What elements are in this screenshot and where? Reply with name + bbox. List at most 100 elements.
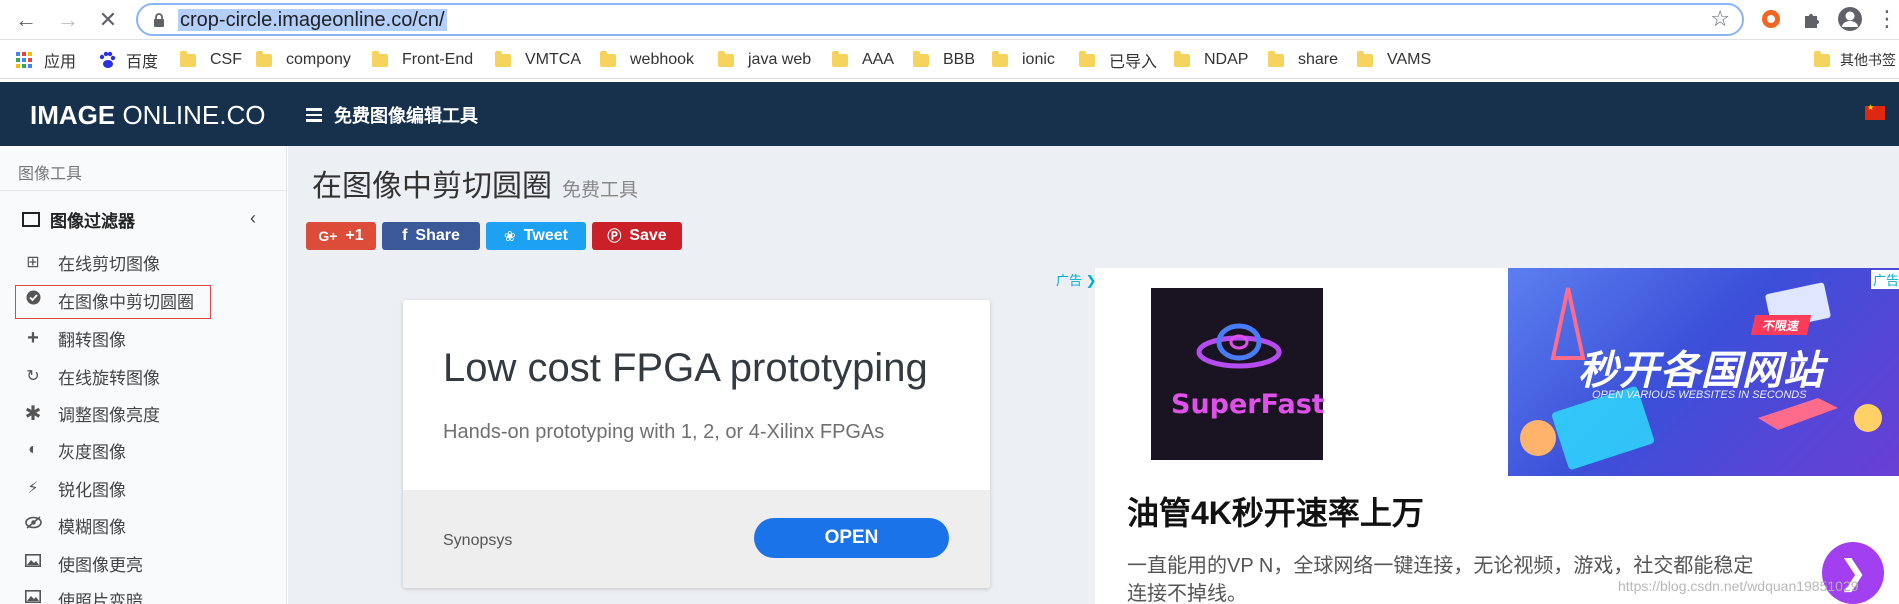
- sidebar-item-grayscale[interactable]: ◐ 灰度图像: [24, 438, 126, 462]
- gplus-icon: G+: [318, 228, 338, 244]
- bookmark-folder-ndap[interactable]: NDAP: [1174, 50, 1248, 70]
- chevron-left-icon[interactable]: ‹: [250, 208, 256, 229]
- superfast-logo-text: SuperFast: [1171, 389, 1325, 420]
- forward-arrow-icon[interactable]: →: [56, 8, 80, 32]
- site-logo[interactable]: IMAGE ONLINE.CO: [30, 100, 265, 131]
- bookmark-label: Front-End: [402, 51, 474, 68]
- folder-icon: [992, 50, 1008, 67]
- folder-icon: [600, 50, 616, 67]
- free-tool-badge: 免费工具: [562, 180, 639, 201]
- ad-open-button[interactable]: OPEN: [754, 518, 949, 558]
- bookmark-label: java web: [748, 51, 812, 68]
- gplus-label: +1: [345, 227, 364, 244]
- fpga-ad-card[interactable]: Low cost FPGA prototyping Hands-on proto…: [403, 300, 990, 588]
- facebook-share-button[interactable]: f Share: [382, 222, 480, 250]
- profile-avatar-icon[interactable]: [1837, 6, 1863, 32]
- free-tools-menu[interactable]: 免费图像编辑工具: [306, 102, 478, 128]
- back-arrow-icon[interactable]: ←: [14, 8, 38, 32]
- logo-bold-text: IMAGE: [30, 100, 116, 130]
- sidebar-item-rotate-image[interactable]: ↻ 在线旋转图像: [24, 364, 160, 388]
- bookmark-folder-aaa[interactable]: AAA: [832, 50, 894, 70]
- folder-icon: [1079, 50, 1095, 67]
- ad-tag-text: 广告: [1873, 273, 1899, 288]
- bookmark-folder-java-web[interactable]: java web: [718, 50, 811, 70]
- extension-orange-icon[interactable]: [1758, 6, 1784, 32]
- bookmark-label: share: [1298, 51, 1339, 68]
- sidebar: 图像工具 图像过滤器 ‹ ⊞ 在线剪切图像 在图像中剪切圆圈 + 翻转图像 ↻ …: [0, 146, 287, 604]
- ad-label-right[interactable]: 广告 ❯: [1871, 270, 1899, 289]
- promo-subtitle: OPEN VARIOUS WEBSITES IN SECONDS: [1592, 389, 1807, 401]
- bookmark-label: 已导入: [1109, 54, 1158, 71]
- bookmark-folder-ionic[interactable]: ionic: [992, 50, 1055, 70]
- browser-toolbar: ← → ✕ crop-circle.imageonline.co/cn/ ☆ ⋮: [0, 0, 1899, 40]
- page-title-text: 在图像中剪切圆圈: [312, 170, 552, 203]
- bookmark-label: VAMS: [1387, 51, 1432, 68]
- twitter-label: Tweet: [523, 227, 568, 244]
- twitter-bird-icon: ❀: [504, 227, 516, 244]
- folder-icon: [1814, 50, 1830, 67]
- bookmark-folder-csf[interactable]: CSF: [180, 50, 242, 70]
- sidebar-item-flip-image[interactable]: + 翻转图像: [24, 326, 126, 350]
- bookmark-label: compony: [286, 51, 351, 68]
- bookmark-folder-webhook[interactable]: webhook: [600, 50, 694, 70]
- bookmark-apps[interactable]: 应用: [16, 50, 77, 71]
- sidebar-item-crop-circle[interactable]: 在图像中剪切圆圈: [24, 288, 194, 312]
- menu-label: 免费图像编辑工具: [334, 106, 478, 126]
- promo-banner: 不限速 秒开各国网站 OPEN VARIOUS WEBSITES IN SECO…: [1508, 268, 1899, 476]
- sidebar-item-label: 灰度图像: [58, 442, 126, 462]
- advertisement-area: Low cost FPGA prototyping Hands-on proto…: [289, 268, 1899, 604]
- vpn-ad[interactable]: SuperFast 不限速 秒开各国网站 OPEN VARIOUS WEBSIT…: [1095, 268, 1899, 604]
- ad-label-left[interactable]: 广告 ❯: [1056, 270, 1097, 289]
- folder-icon: [718, 50, 734, 67]
- sidebar-item-label: 在线旋转图像: [58, 368, 160, 388]
- bookmark-folder-bbb[interactable]: BBB: [913, 50, 975, 70]
- sidebar-item-sharpen[interactable]: ⚡ 锐化图像: [24, 476, 126, 500]
- lock-icon: [154, 13, 164, 27]
- sidebar-item-blur[interactable]: 模糊图像: [24, 513, 126, 537]
- group-title-label: 图像过滤器: [50, 212, 135, 231]
- bookmark-label: webhook: [630, 51, 695, 68]
- address-bar[interactable]: crop-circle.imageonline.co/cn/ ☆: [136, 3, 1744, 36]
- sidebar-item-label: 锐化图像: [58, 480, 126, 500]
- sidebar-item-label: 使图像更亮: [58, 555, 143, 575]
- twitter-share-button[interactable]: ❀ Tweet: [486, 222, 586, 250]
- ad-brand: Synopsys: [443, 532, 513, 549]
- pinterest-label: Save: [629, 227, 667, 244]
- bookmark-baidu[interactable]: 百度: [98, 50, 159, 71]
- pinterest-save-button[interactable]: Ⓟ Save: [592, 222, 682, 250]
- sidebar-group-image-filters[interactable]: 图像过滤器: [22, 207, 135, 232]
- stop-loading-icon[interactable]: ✕: [96, 8, 120, 32]
- bolt-icon: ⚡: [27, 480, 39, 497]
- ad-tag-text: 广告: [1056, 273, 1083, 288]
- sidebar-item-label: 翻转图像: [58, 330, 126, 350]
- image-icon: [24, 554, 42, 572]
- folder-icon: [832, 50, 848, 67]
- china-flag-icon[interactable]: [1865, 103, 1885, 120]
- bookmark-folder-vams[interactable]: VAMS: [1357, 50, 1431, 70]
- puzzle-icon[interactable]: [1799, 6, 1825, 32]
- bookmark-folder-vmtca[interactable]: VMTCA: [495, 50, 581, 70]
- bookmark-folder-front-end[interactable]: Front-End: [372, 50, 473, 70]
- sidebar-item-darken[interactable]: 使照片变暗: [24, 587, 143, 604]
- chevron-right-icon[interactable]: ❯: [1822, 542, 1884, 604]
- bookmark-folder-other[interactable]: 其他书签: [1814, 50, 1896, 70]
- bookmark-folder-compony[interactable]: compony: [256, 50, 351, 70]
- gplus-share-button[interactable]: G+ +1: [306, 222, 376, 250]
- bookmark-folder-imported[interactable]: 已导入: [1079, 50, 1158, 71]
- bookmark-star-icon[interactable]: ☆: [1710, 8, 1730, 30]
- sidebar-item-brighten[interactable]: 使图像更亮: [24, 551, 143, 575]
- bookmark-label: NDAP: [1204, 51, 1249, 68]
- ad-subtitle: Hands-on prototyping with 1, 2, or 4-Xil…: [443, 421, 885, 443]
- folder-icon: [495, 50, 511, 67]
- bookmark-label: 应用: [44, 54, 77, 71]
- folder-icon: [180, 50, 196, 67]
- url-text[interactable]: crop-circle.imageonline.co/cn/: [178, 9, 447, 31]
- bookmark-label: 百度: [126, 54, 159, 71]
- sidebar-item-brightness[interactable]: ✱ 调整图像亮度: [24, 401, 160, 425]
- sidebar-item-crop-image[interactable]: ⊞ 在线剪切图像: [24, 250, 160, 274]
- bookmark-folder-share[interactable]: share: [1268, 50, 1338, 70]
- facebook-label: Share: [415, 227, 460, 244]
- folder-icon: [1174, 50, 1190, 67]
- more-menu-icon[interactable]: ⋮: [1874, 6, 1899, 32]
- apps-grid-icon: [16, 52, 32, 68]
